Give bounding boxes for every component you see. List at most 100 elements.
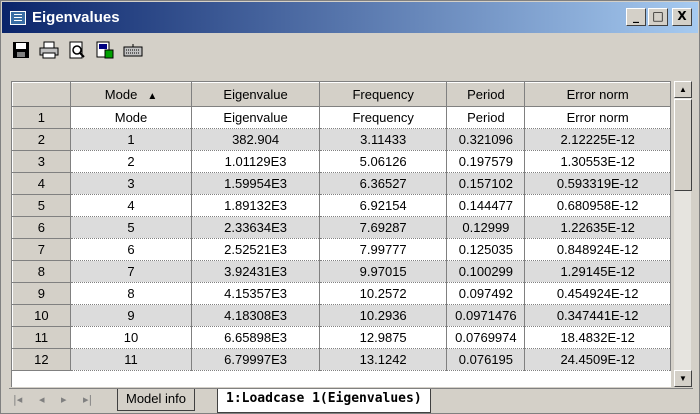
- corner-cell[interactable]: [12, 82, 71, 107]
- cell-frequency[interactable]: 3.11433: [319, 128, 448, 151]
- cell-mode[interactable]: 8: [70, 282, 193, 305]
- cell-mode[interactable]: 3: [70, 172, 193, 195]
- tab-model-info[interactable]: Model info: [117, 389, 195, 411]
- maximize-button[interactable]: □: [648, 8, 668, 26]
- row-header[interactable]: 1: [12, 106, 71, 129]
- row-header[interactable]: 5: [12, 194, 71, 217]
- cell-mode[interactable]: 6: [70, 238, 193, 261]
- cell-mode[interactable]: 7: [70, 260, 193, 283]
- cell-eigenvalue[interactable]: 6.79997E3: [191, 348, 320, 371]
- keyboard-button[interactable]: [122, 39, 144, 61]
- column-header-period[interactable]: Period: [446, 82, 526, 107]
- column-header-eigenvalue[interactable]: Eigenvalue: [191, 82, 320, 107]
- title-bar[interactable]: Eigenvalues _ □ X: [2, 2, 698, 33]
- minimize-button[interactable]: _: [626, 8, 646, 26]
- cell-error-norm[interactable]: 1.30553E-12: [524, 150, 671, 173]
- previous-tab-icon[interactable]: ◂: [39, 393, 45, 406]
- cell-period[interactable]: 0.100299: [446, 260, 526, 283]
- cell-mode[interactable]: 9: [70, 304, 193, 327]
- cell-eigenvalue[interactable]: 1.89132E3: [191, 194, 320, 217]
- cell-eigenvalue[interactable]: 1.01129E3: [191, 150, 320, 173]
- cell-eigenvalue[interactable]: 3.92431E3: [191, 260, 320, 283]
- tab-loadcase-1-eigenvalues[interactable]: 1:Loadcase 1(Eigenvalues): [217, 389, 431, 413]
- scroll-down-button[interactable]: ▼: [674, 370, 692, 387]
- cell-period[interactable]: 0.197579: [446, 150, 526, 173]
- header-row: Mode ▲ Eigenvalue Frequency Period Error …: [12, 82, 671, 107]
- cell-eigenvalue[interactable]: 382.904: [191, 128, 320, 151]
- cell-frequency[interactable]: 13.1242: [319, 348, 448, 371]
- row-header[interactable]: 4: [12, 172, 71, 195]
- cell-frequency[interactable]: 9.97015: [319, 260, 448, 283]
- cell-eigenvalue[interactable]: 2.52521E3: [191, 238, 320, 261]
- print-preview-button[interactable]: [66, 39, 88, 61]
- cell-period[interactable]: 0.157102: [446, 172, 526, 195]
- export-button[interactable]: [94, 39, 116, 61]
- next-tab-icon[interactable]: ▸: [61, 393, 67, 406]
- cell-mode[interactable]: 10: [70, 326, 193, 349]
- cell-frequency[interactable]: 10.2572: [319, 282, 448, 305]
- cell-error-norm[interactable]: 0.454924E-12: [524, 282, 671, 305]
- cell-eigenvalue[interactable]: 4.18308E3: [191, 304, 320, 327]
- cell-period[interactable]: 0.12999: [446, 216, 526, 239]
- cell-mode[interactable]: 11: [70, 348, 193, 371]
- eigenvalues-grid[interactable]: Mode ▲ Eigenvalue Frequency Period Error …: [11, 81, 671, 387]
- cell-period[interactable]: 0.097492: [446, 282, 526, 305]
- cell-period[interactable]: 0.076195: [446, 348, 526, 371]
- cell-period[interactable]: 0.321096: [446, 128, 526, 151]
- row-header[interactable]: 3: [12, 150, 71, 173]
- close-button[interactable]: X: [672, 8, 692, 26]
- print-preview-icon: [69, 41, 85, 59]
- row-header[interactable]: 12: [12, 348, 71, 371]
- cell-error-norm[interactable]: 2.12225E-12: [524, 128, 671, 151]
- cell-mode[interactable]: 5: [70, 216, 193, 239]
- column-header-frequency[interactable]: Frequency: [318, 82, 448, 107]
- cell-frequency[interactable]: Frequency: [319, 106, 448, 129]
- cell-frequency[interactable]: 7.99777: [319, 238, 448, 261]
- cell-mode[interactable]: Mode: [70, 106, 193, 129]
- cell-period[interactable]: 0.0971476: [446, 304, 526, 327]
- cell-mode[interactable]: 1: [70, 128, 193, 151]
- cell-period[interactable]: 0.0769974: [446, 326, 526, 349]
- cell-error-norm[interactable]: 0.848924E-12: [524, 238, 671, 261]
- cell-frequency[interactable]: 6.36527: [319, 172, 448, 195]
- print-button[interactable]: [38, 39, 60, 61]
- cell-period[interactable]: 0.125035: [446, 238, 526, 261]
- cell-error-norm[interactable]: 0.593319E-12: [524, 172, 671, 195]
- save-button[interactable]: [10, 39, 32, 61]
- row-header[interactable]: 11: [12, 326, 71, 349]
- scroll-up-button[interactable]: ▲: [674, 81, 692, 98]
- vertical-scrollbar[interactable]: ▲ ▼: [673, 81, 692, 387]
- cell-frequency[interactable]: 7.69287: [319, 216, 448, 239]
- cell-error-norm[interactable]: 1.29145E-12: [524, 260, 671, 283]
- cell-error-norm[interactable]: 18.4832E-12: [524, 326, 671, 349]
- cell-error-norm[interactable]: 0.680958E-12: [524, 194, 671, 217]
- cell-eigenvalue[interactable]: Eigenvalue: [191, 106, 320, 129]
- cell-eigenvalue[interactable]: 4.15357E3: [191, 282, 320, 305]
- row-header[interactable]: 6: [12, 216, 71, 239]
- cell-eigenvalue[interactable]: 1.59954E3: [191, 172, 320, 195]
- row-header[interactable]: 7: [12, 238, 71, 261]
- cell-error-norm[interactable]: 24.4509E-12: [524, 348, 671, 371]
- row-header[interactable]: 9: [12, 282, 71, 305]
- row-header[interactable]: 2: [12, 128, 71, 151]
- column-header-mode[interactable]: Mode ▲: [69, 82, 193, 107]
- cell-eigenvalue[interactable]: 2.33634E3: [191, 216, 320, 239]
- cell-period[interactable]: 0.144477: [446, 194, 526, 217]
- column-header-error-norm[interactable]: Error norm: [524, 82, 671, 107]
- first-tab-icon[interactable]: |◂: [13, 393, 22, 406]
- cell-frequency[interactable]: 12.9875: [319, 326, 448, 349]
- cell-error-norm[interactable]: 0.347441E-12: [524, 304, 671, 327]
- cell-error-norm[interactable]: Error norm: [524, 106, 671, 129]
- cell-period[interactable]: Period: [446, 106, 526, 129]
- cell-frequency[interactable]: 10.2936: [319, 304, 448, 327]
- row-header[interactable]: 10: [12, 304, 71, 327]
- last-tab-icon[interactable]: ▸|: [83, 393, 92, 406]
- cell-error-norm[interactable]: 1.22635E-12: [524, 216, 671, 239]
- cell-mode[interactable]: 4: [70, 194, 193, 217]
- cell-frequency[interactable]: 5.06126: [319, 150, 448, 173]
- cell-frequency[interactable]: 6.92154: [319, 194, 448, 217]
- cell-eigenvalue[interactable]: 6.65898E3: [191, 326, 320, 349]
- cell-mode[interactable]: 2: [70, 150, 193, 173]
- scroll-thumb[interactable]: [674, 99, 692, 191]
- row-header[interactable]: 8: [12, 260, 71, 283]
